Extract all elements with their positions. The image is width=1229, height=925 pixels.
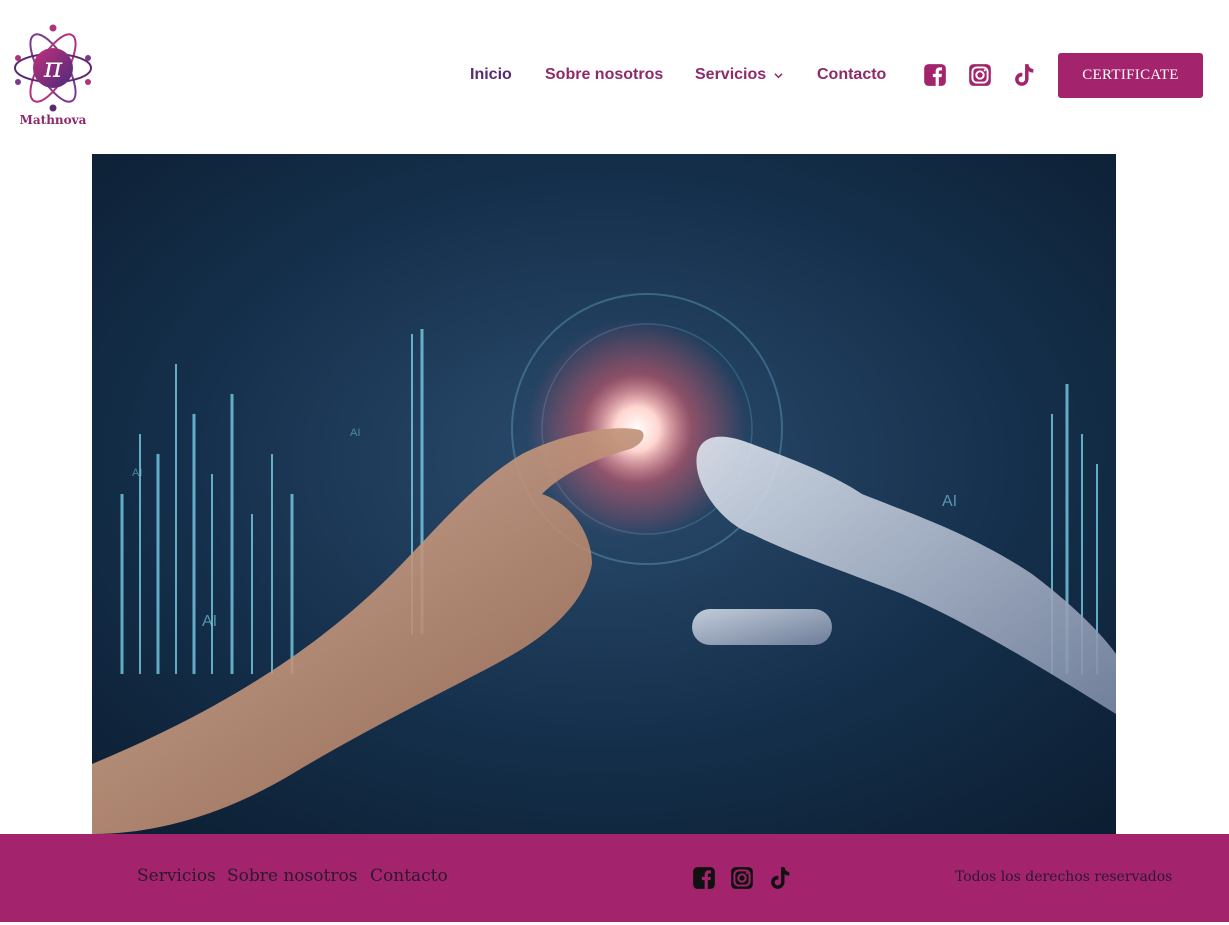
instagram-icon[interactable]: [729, 865, 755, 891]
pi-atom-logo-icon: π: [14, 24, 92, 112]
facebook-icon[interactable]: [691, 865, 717, 891]
nav-contacto[interactable]: Contacto: [817, 66, 886, 84]
nav-inicio[interactable]: Inicio: [470, 66, 512, 84]
hero-image: AI AI AI AI: [92, 154, 1116, 834]
tiktok-icon[interactable]: [767, 865, 793, 891]
site-logo[interactable]: π Mathnova: [12, 20, 96, 130]
footer-link-servicios[interactable]: Servicios: [137, 866, 216, 886]
site-header: π Mathnova Inicio Sobre nosotros Servici…: [0, 0, 1229, 154]
chevron-down-icon[interactable]: [774, 71, 783, 80]
nav-servicios[interactable]: Servicios: [695, 66, 766, 84]
certificate-button[interactable]: CERTIFICATE: [1058, 53, 1203, 98]
ai-label: AI: [132, 467, 142, 479]
logo-wordmark: Mathnova: [19, 113, 87, 127]
footer-link-contacto[interactable]: Contacto: [370, 866, 448, 886]
footer-link-sobre-nosotros[interactable]: Sobre nosotros: [227, 866, 357, 886]
instagram-icon[interactable]: [967, 62, 993, 88]
tiktok-icon[interactable]: [1011, 62, 1037, 88]
copyright-text: Todos los derechos reservados: [955, 869, 1173, 885]
site-footer: Servicios Sobre nosotros Contacto Todos …: [0, 834, 1229, 922]
facebook-icon[interactable]: [922, 62, 948, 88]
ai-label: AI: [350, 427, 360, 439]
svg-text:π: π: [43, 51, 63, 84]
ai-label: AI: [942, 493, 957, 510]
ai-label: AI: [202, 613, 217, 630]
nav-sobre-nosotros[interactable]: Sobre nosotros: [545, 66, 663, 84]
